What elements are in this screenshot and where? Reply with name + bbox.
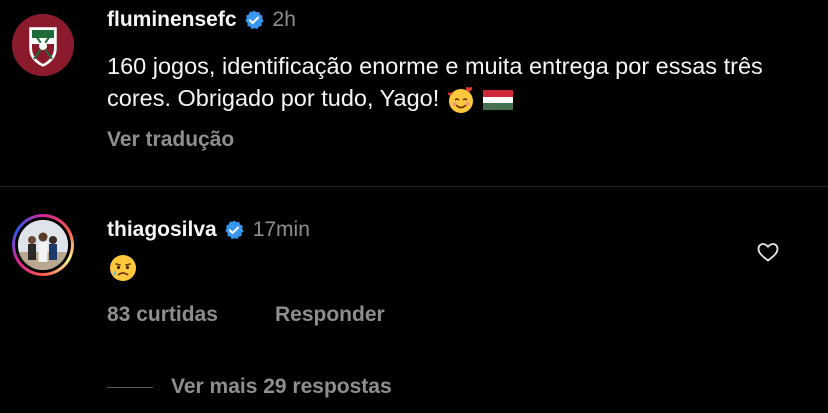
thread-line <box>107 387 153 388</box>
post-username-row: fluminensefc 2h <box>107 8 296 32</box>
post-time: 2h <box>272 8 296 31</box>
view-more-replies[interactable]: Ver mais 29 respostas <box>171 375 392 399</box>
reply-time: 17min <box>252 218 310 241</box>
like-heart-icon[interactable] <box>756 240 780 264</box>
verified-badge-icon <box>224 220 244 240</box>
crying-face-icon <box>110 255 136 281</box>
smiling-face-with-hearts-icon <box>447 86 473 113</box>
reply-username-row: thiagosilva 17min <box>107 218 310 242</box>
divider <box>0 186 828 187</box>
hungary-flag-icon <box>483 89 514 110</box>
thiagosilva-avatar[interactable] <box>12 214 74 276</box>
post-username[interactable]: fluminensefc <box>107 8 237 32</box>
family-photo-icon <box>18 220 68 270</box>
likes-count[interactable]: 83 curtidas <box>107 303 218 327</box>
verified-badge-icon <box>244 10 264 30</box>
fluminense-crest-icon <box>12 14 74 76</box>
translate-link[interactable]: Ver tradução <box>107 128 234 152</box>
post-caption-text: 160 jogos, identificação enorme e muita … <box>107 53 763 111</box>
reply-username[interactable]: thiagosilva <box>107 218 217 242</box>
reply-button[interactable]: Responder <box>275 303 385 327</box>
post-caption: 160 jogos, identificação enorme e muita … <box>107 50 807 115</box>
fluminense-avatar[interactable] <box>12 14 74 76</box>
